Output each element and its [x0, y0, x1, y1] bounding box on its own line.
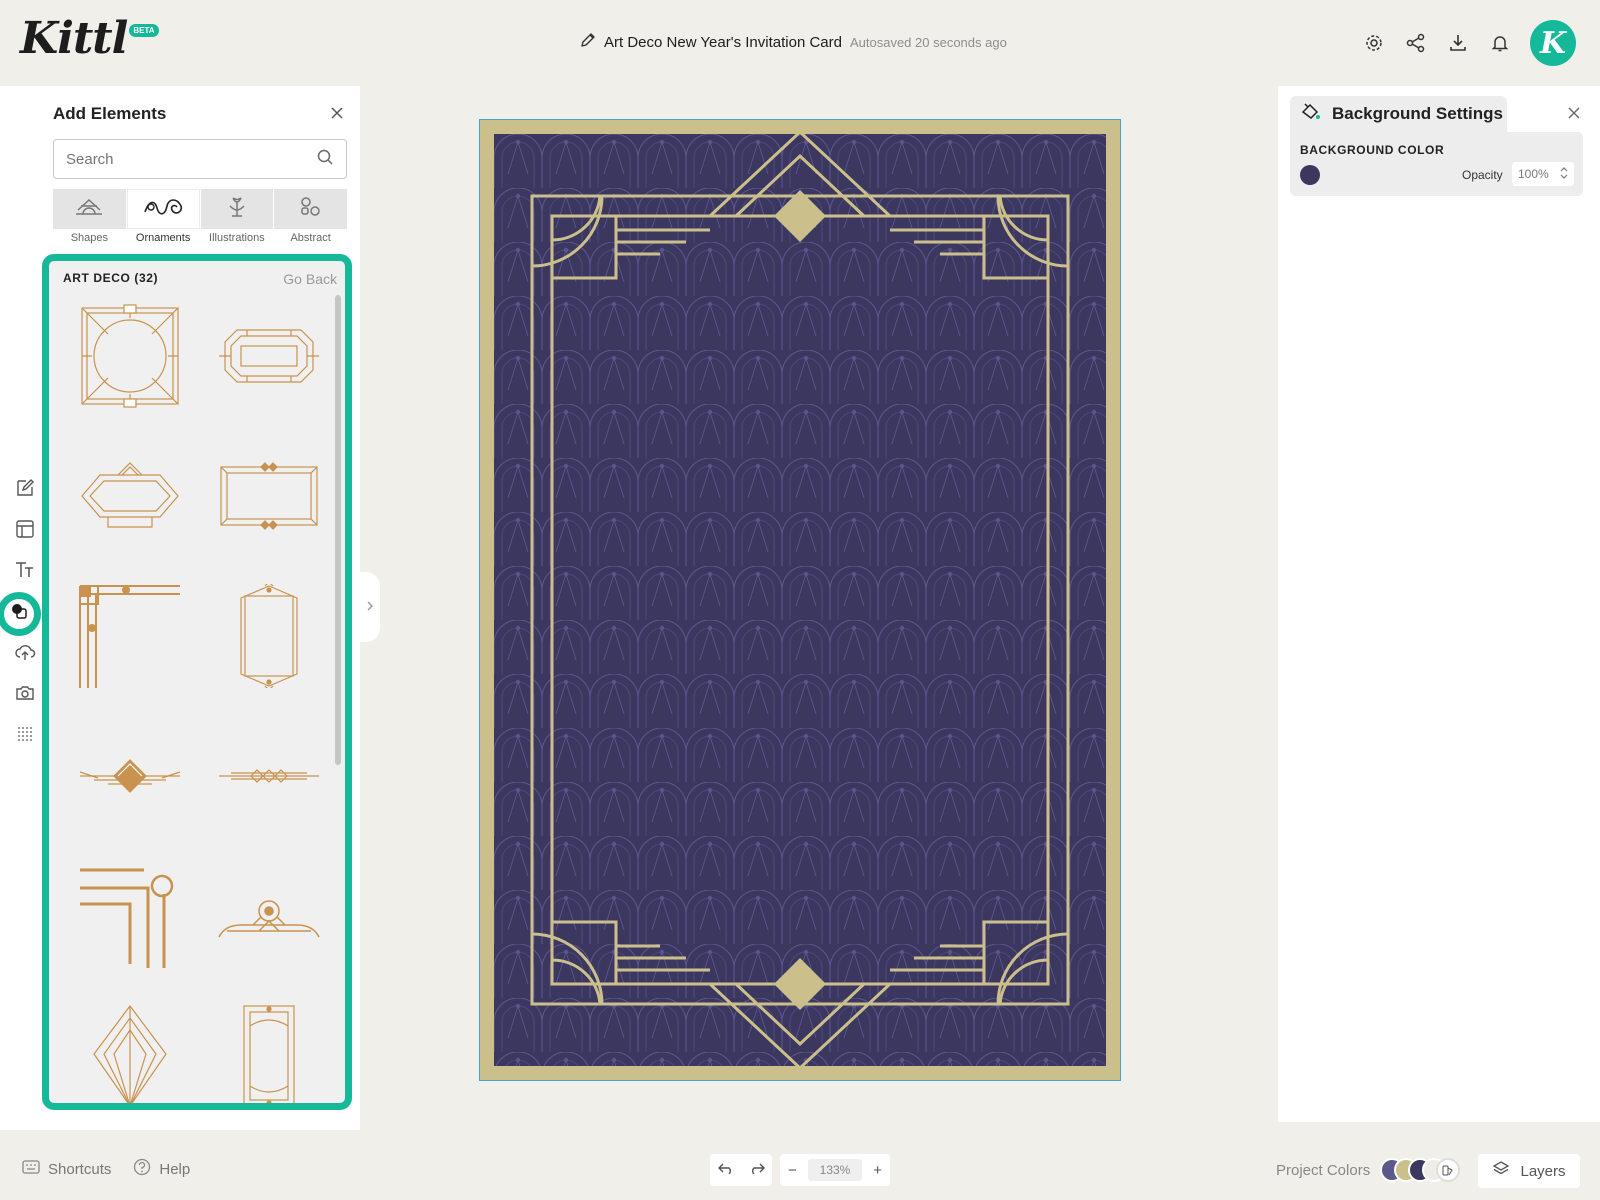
section-title: ART DECO (32): [63, 271, 159, 285]
help-button[interactable]: Help: [133, 1158, 190, 1180]
close-icon[interactable]: [330, 106, 346, 122]
search-icon[interactable]: [316, 148, 334, 171]
undo-icon[interactable]: [717, 1161, 734, 1179]
category-tabs: [53, 189, 347, 229]
dots-grid-icon: [14, 723, 36, 750]
document-title-area[interactable]: Art Deco New Year's Invitation Card Auto…: [580, 31, 1007, 53]
add-elements-panel: Add Elements Shapes Ornaments Illustrati…: [42, 86, 360, 1130]
keyboard-icon: [22, 1160, 40, 1178]
art-deco-section: ART DECO (32) Go Back: [42, 254, 352, 1110]
ornament-item[interactable]: [75, 1001, 185, 1103]
project-color-swatches[interactable]: [1380, 1158, 1461, 1182]
ornament-item[interactable]: [75, 721, 185, 831]
background-settings-tab[interactable]: Background Settings: [1290, 96, 1507, 132]
shapes-icon: [72, 194, 106, 225]
text-icon: [14, 559, 36, 586]
ornaments-icon: [141, 194, 185, 225]
chevron-right-icon: [366, 598, 374, 616]
edit-icon: [14, 477, 36, 504]
help-icon: [133, 1158, 151, 1180]
search-field[interactable]: [53, 139, 347, 179]
download-icon[interactable]: [1446, 31, 1470, 55]
zoom-in-button[interactable]: +: [873, 1162, 882, 1179]
illustrations-icon: [222, 194, 252, 225]
tab-label-ornaments[interactable]: Ornaments: [127, 232, 200, 244]
background-settings-title: Background Settings: [1332, 104, 1503, 123]
elements-icon: [9, 601, 29, 626]
zoom-value[interactable]: 133%: [807, 1159, 863, 1181]
search-input[interactable]: [66, 150, 296, 168]
background-settings-panel: Background Settings BACKGROUND COLOR Opa…: [1278, 86, 1600, 1122]
document-title[interactable]: Art Deco New Year's Invitation Card: [604, 34, 842, 51]
bell-icon[interactable]: [1488, 31, 1512, 55]
share-icon[interactable]: [1404, 31, 1428, 55]
ornament-item[interactable]: [214, 721, 324, 831]
tab-label-illustrations[interactable]: Illustrations: [201, 232, 274, 244]
ornament-item[interactable]: [75, 581, 185, 691]
layers-button[interactable]: Layers: [1478, 1154, 1580, 1188]
beta-badge: BETA: [129, 24, 159, 37]
shortcuts-label: Shortcuts: [48, 1160, 112, 1178]
history-controls: [710, 1154, 772, 1186]
shortcuts-button[interactable]: Shortcuts: [22, 1160, 111, 1178]
tab-label-shapes[interactable]: Shapes: [53, 232, 126, 244]
layers-icon: [1492, 1160, 1510, 1182]
collapse-panel-tab[interactable]: [360, 572, 380, 642]
panel-scrollbar[interactable]: [335, 295, 341, 765]
panel-title: Add Elements: [53, 104, 167, 123]
ornament-item[interactable]: [214, 581, 324, 691]
bottom-left-actions: Shortcuts Help: [22, 1158, 190, 1180]
pencil-icon: [580, 32, 596, 53]
card-artwork: [480, 120, 1120, 1080]
tab-illustrations[interactable]: [200, 189, 274, 229]
tab-label-abstract[interactable]: Abstract: [274, 232, 347, 244]
redo-icon[interactable]: [749, 1161, 765, 1179]
paint-bucket-icon: [1300, 101, 1322, 128]
top-bar: Kittl BETA Art Deco New Year's Invitatio…: [0, 0, 1600, 86]
layers-label: Layers: [1520, 1162, 1566, 1180]
zoom-out-button[interactable]: −: [788, 1162, 797, 1179]
close-icon[interactable]: [1568, 106, 1580, 124]
template-icon: [14, 518, 36, 545]
background-color-swatch[interactable]: [1300, 165, 1320, 185]
project-colors: Project Colors: [1276, 1158, 1461, 1182]
go-back-link[interactable]: Go Back: [283, 271, 337, 287]
autosave-status: Autosaved 20 seconds ago: [849, 34, 1007, 50]
project-colors-label: Project Colors: [1276, 1161, 1371, 1179]
zoom-controls: − 133% +: [780, 1154, 890, 1186]
design-canvas[interactable]: [479, 119, 1121, 1081]
abstract-icon: [296, 194, 326, 225]
upload-icon: [14, 641, 36, 668]
tab-abstract[interactable]: [274, 189, 347, 229]
camera-icon: [14, 682, 36, 709]
user-avatar[interactable]: K: [1530, 20, 1576, 66]
category-labels: Shapes Ornaments Illustrations Abstract: [53, 232, 347, 244]
header-actions: K: [1362, 20, 1576, 66]
ornament-item[interactable]: [75, 861, 185, 971]
help-label: Help: [159, 1160, 191, 1178]
ornament-item[interactable]: [214, 861, 324, 971]
ornament-item[interactable]: [214, 301, 324, 411]
invitation-card[interactable]: [480, 120, 1120, 1080]
ornament-item[interactable]: [75, 441, 185, 551]
logo-text: Kittl: [20, 13, 128, 64]
opacity-label: Opacity: [1462, 168, 1503, 182]
ornament-item[interactable]: [75, 301, 185, 411]
kittl-logo[interactable]: Kittl BETA: [20, 14, 159, 64]
background-color-label: BACKGROUND COLOR: [1300, 143, 1445, 157]
tab-ornaments[interactable]: [126, 189, 200, 229]
stepper-icon[interactable]: [1560, 166, 1568, 183]
opacity-value[interactable]: 100%: [1518, 167, 1549, 181]
tab-shapes[interactable]: [53, 189, 126, 229]
palette-edit-icon[interactable]: [1436, 1158, 1461, 1182]
ornament-item[interactable]: [214, 1001, 324, 1103]
background-color-section: BACKGROUND COLOR Opacity 100%: [1290, 132, 1583, 196]
opacity-input[interactable]: 100%: [1512, 162, 1574, 186]
gear-icon[interactable]: [1362, 31, 1386, 55]
ornament-item[interactable]: [214, 441, 324, 551]
